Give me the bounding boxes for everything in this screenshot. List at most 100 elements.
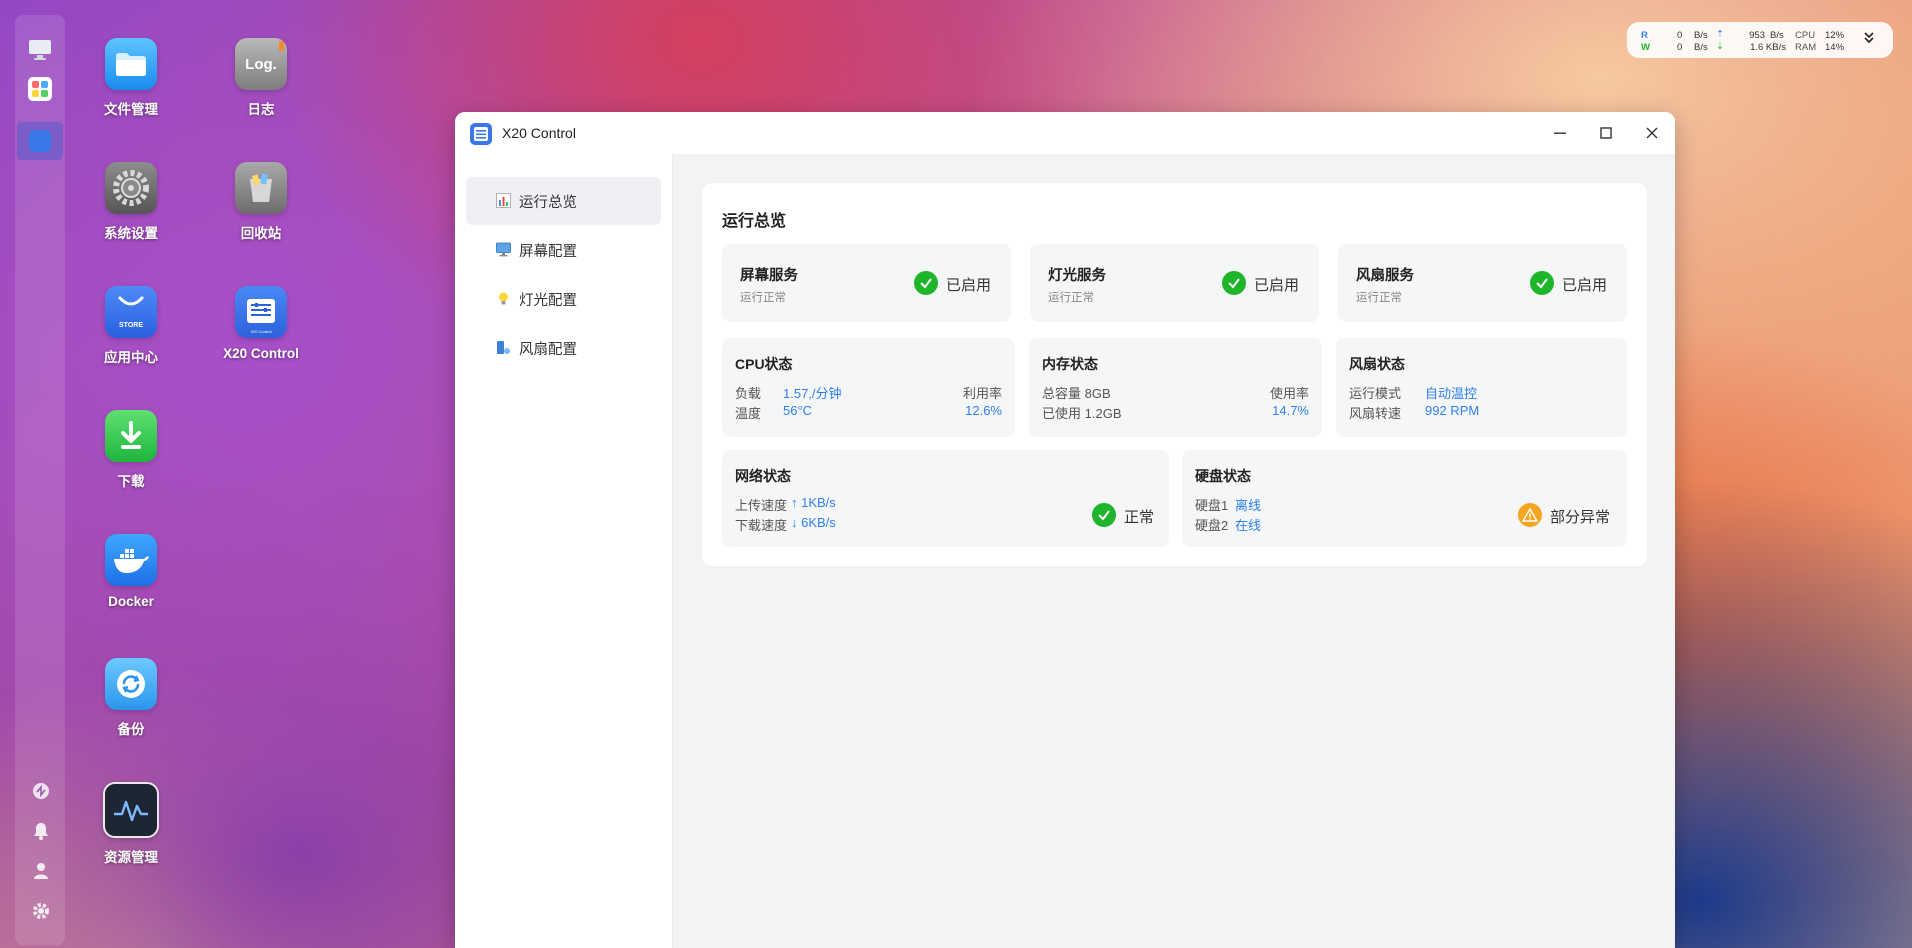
apps-grid-icon[interactable] (28, 77, 52, 101)
cpu-label: CPU (1795, 30, 1816, 41)
cpu-temp-label: 温度 (735, 406, 762, 421)
minimize-button[interactable] (1547, 121, 1573, 145)
upload-speed-label: 上传速度 (735, 498, 788, 513)
cpu-load-value: 1.57,/分钟 (783, 386, 842, 401)
backup-sync-icon (105, 658, 157, 710)
service-name: 灯光服务 (1048, 268, 1106, 284)
trash-icon (235, 162, 287, 214)
memory-usage-value: 14.7% (1272, 403, 1309, 418)
nav-item-label: 运行总览 (519, 195, 577, 211)
nav-item-label: 风扇配置 (519, 342, 577, 358)
cpu-temp-value: 56°C (783, 403, 813, 418)
desktop-icon-label: 回收站 (240, 226, 282, 241)
network-status: 正常 (1124, 509, 1155, 526)
cpu-util-value: 12.6% (965, 403, 1002, 418)
fan-status-card: 风扇状态 运行模式 自动温控 风扇转速 992 RPM (1336, 338, 1627, 437)
card-title: 内存状态 (1042, 356, 1098, 372)
overview-panel: 运行总览 屏幕服务 运行正常 已启用 灯光服务 运行正常 已启用 风扇服务 运行… (702, 183, 1647, 566)
service-subtitle: 运行正常 (1356, 292, 1402, 304)
service-card-screen: 屏幕服务 运行正常 已启用 (722, 244, 1011, 322)
desktop-icon-label: 资源管理 (104, 850, 158, 865)
upload-arrow-icon: ⇡ (1716, 29, 1724, 40)
desktop-icon-label: 文件管理 (104, 102, 158, 117)
service-subtitle: 运行正常 (1048, 292, 1094, 304)
service-subtitle: 运行正常 (740, 292, 786, 304)
memory-used-label: 已使用 1.2GB (1042, 406, 1122, 421)
write-label: W (1641, 42, 1650, 53)
network-status-card: 网络状态 上传速度 ↑ 1KB/s 下载速度 ↓ 6KB/s 正常 (722, 450, 1169, 547)
nav-item-label: 屏幕配置 (519, 244, 577, 260)
fan-icon (496, 340, 511, 355)
nav-item-screen-config[interactable]: 屏幕配置 (466, 226, 661, 274)
bell-icon[interactable] (32, 822, 50, 840)
desktop-icon-label: 系统设置 (104, 226, 158, 241)
main-content: 运行总览 屏幕服务 运行正常 已启用 灯光服务 运行正常 已启用 风扇服务 运行… (673, 154, 1675, 948)
desktop-icon-label: X20 Control (223, 346, 299, 361)
card-title: 硬盘状态 (1195, 468, 1251, 484)
download-arrow-icon: ⇣ (1716, 41, 1724, 52)
check-circle-icon (1222, 271, 1246, 295)
disk1-value: 离线 (1235, 498, 1262, 513)
light-bulb-icon (496, 291, 511, 306)
service-status: 已启用 (1254, 277, 1300, 294)
app-icon (470, 123, 492, 145)
service-status: 已启用 (1562, 277, 1608, 294)
desktop-icon-label: 备份 (117, 722, 145, 737)
control-panel-icon: X20 Control (235, 286, 287, 338)
activity-monitor-icon (103, 782, 159, 838)
cpu-load-label: 负载 (735, 386, 762, 401)
system-monitor-widget[interactable]: R W 0 B/s 0 B/s ⇡ ⇣ 953 B/s 1.6 KB/s CPU… (1627, 22, 1893, 58)
nav-item-light-config[interactable]: 灯光配置 (466, 275, 661, 323)
nav-item-label: 灯光配置 (519, 293, 577, 309)
close-button[interactable] (1639, 121, 1665, 145)
download-icon (105, 410, 157, 462)
desktop-icon-file-manager[interactable]: 文件管理 (76, 38, 186, 118)
desktop-icon-app-center[interactable]: STORE 应用中心 (76, 286, 186, 366)
memory-usage-label: 使用率 (1269, 386, 1309, 401)
user-icon[interactable] (32, 862, 50, 880)
desktop-icon-label: 应用中心 (104, 350, 158, 365)
card-title: 网络状态 (735, 468, 791, 484)
read-rate: 0 (1677, 30, 1683, 41)
desktop-icon-docker[interactable]: Docker (76, 534, 186, 609)
monitor-icon (496, 242, 511, 257)
desktop-icon-resource-monitor[interactable]: 资源管理 (76, 782, 186, 866)
service-card-fan: 风扇服务 运行正常 已启用 (1338, 244, 1627, 322)
bar-chart-icon (496, 193, 511, 208)
card-title: CPU状态 (735, 356, 793, 372)
warning-icon (1518, 503, 1542, 527)
up-rate: 953 (1749, 30, 1765, 41)
upload-speed-value: ↑ 1KB/s (791, 495, 836, 510)
desktop-icon-x20-control[interactable]: X20 Control X20 Control (206, 286, 316, 361)
nav-item-overview[interactable]: 运行总览 (466, 177, 661, 225)
dock (15, 15, 65, 945)
service-name: 风扇服务 (1356, 268, 1414, 284)
fan-mode-label: 运行模式 (1349, 386, 1402, 401)
desktop-icon-backup[interactable]: 备份 (76, 658, 186, 738)
write-rate: 0 (1677, 42, 1683, 53)
fan-speed-label: 风扇转速 (1349, 406, 1402, 421)
nav-item-fan-config[interactable]: 风扇配置 (466, 324, 661, 372)
disk2-label: 硬盘2 (1195, 518, 1229, 533)
desktop-icon-download[interactable]: 下载 (76, 410, 186, 490)
gear-icon[interactable] (32, 902, 50, 920)
maximize-button[interactable] (1593, 121, 1619, 145)
window-titlebar[interactable]: X20 Control (455, 112, 1675, 154)
cpu-status-card: CPU状态 负载 1.57,/分钟 利用率 温度 56°C 12.6% (722, 338, 1015, 437)
desktop-icon-recycle-bin[interactable]: 回收站 (206, 162, 316, 242)
chevron-down-icon[interactable] (1863, 31, 1881, 49)
desktop-icon-log[interactable]: Log. 日志 (206, 38, 316, 118)
check-circle-icon (1092, 503, 1116, 527)
read-unit: B/s (1694, 30, 1708, 41)
disk1-label: 硬盘1 (1195, 498, 1229, 513)
network-icon[interactable] (32, 782, 50, 800)
x20-control-window: X20 Control 运行总览 屏幕配置 灯光配置 风扇配置 运行总览 屏幕服… (455, 112, 1675, 948)
fan-mode-value: 自动温控 (1425, 386, 1478, 401)
monitor-icon[interactable] (28, 38, 52, 62)
desktop-icon-label: 下载 (117, 474, 145, 489)
fan-speed-value: 992 RPM (1425, 403, 1480, 418)
x20-control-dock-icon[interactable] (17, 122, 63, 160)
disk-status: 部分异常 (1550, 509, 1611, 526)
desktop-icon-system-settings[interactable]: 系统设置 (76, 162, 186, 242)
cpu-util-label: 利用率 (962, 386, 1002, 401)
